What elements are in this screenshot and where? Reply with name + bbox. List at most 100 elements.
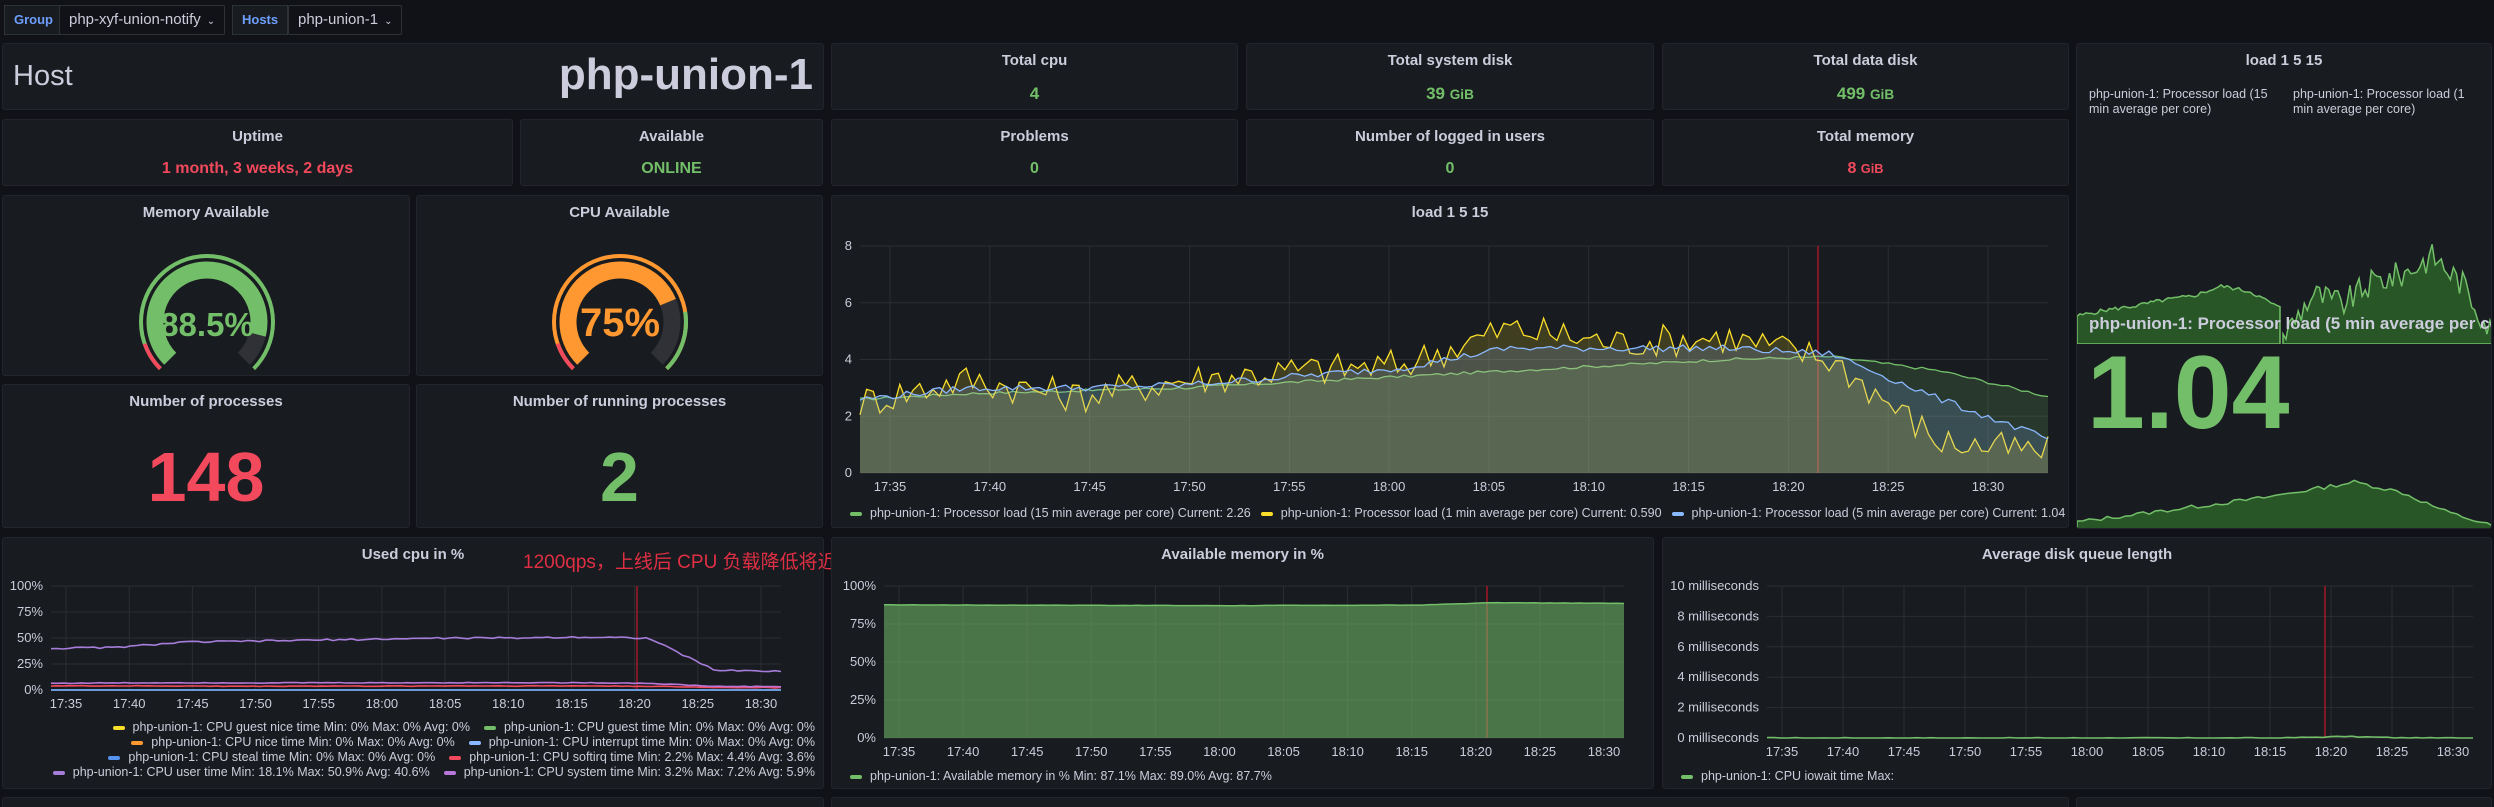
memory-available-gauge-panel: Memory Available 88.5% — [2, 195, 410, 376]
x-tick-label: 17:35 — [50, 696, 83, 711]
y-tick-label: 0% — [857, 730, 876, 745]
annotation-note: 1200qps，上线后 CPU 负载降低将近 2 倍 — [523, 552, 877, 573]
legend-item[interactable]: php-union-1: CPU guest nice time Min: 0%… — [112, 720, 470, 734]
x-tick-label: 18:05 — [1473, 479, 1506, 494]
disk-queue-chart: 0 milliseconds 2 milliseconds 4 millisecon… — [1670, 578, 2473, 759]
x-tick-label: 18:15 — [1672, 479, 1705, 494]
x-tick-label: 17:40 — [113, 696, 146, 711]
x-tick-label: 18:30 — [745, 696, 778, 711]
y-tick-label: 75% — [17, 604, 43, 619]
series-line — [50, 684, 782, 689]
stat-value: 499 GiB — [1836, 84, 1895, 103]
legend-item[interactable]: php-union-1: Processor load (5 min avera… — [1671, 506, 2065, 520]
panel-title: load 1 5 15 — [2245, 52, 2323, 69]
uptime-panel: Uptime 1 month, 3 weeks, 2 days — [2, 119, 513, 186]
stat-value: ONLINE — [641, 160, 702, 177]
legend-item[interactable]: php-union-1: CPU system time Min: 3.2% M… — [443, 765, 815, 779]
legend-row: php-union-1: CPU steal time Min: 0% Max:… — [94, 750, 815, 764]
legend-item[interactable]: php-union-1: CPU steal time Min: 0% Max:… — [108, 750, 435, 764]
problems-panel: Problems 0 — [831, 119, 1238, 186]
x-tick-label: 18:10 — [2193, 744, 2226, 759]
variables-bar: Group php-xyf-union-notify ⌄ Hosts php-un… — [0, 0, 2494, 38]
y-tick-label: 50% — [850, 654, 876, 669]
logged-users-panel: Number of logged in users 0 — [1246, 119, 1654, 186]
panel-title: Problems — [1000, 128, 1069, 145]
y-tick-label: 0 — [845, 465, 852, 480]
group-variable-value: php-xyf-union-notify — [69, 11, 201, 28]
legend-item[interactable]: php-union-1: Available memory in % Min: … — [850, 769, 1272, 783]
x-tick-label: 18:10 — [1572, 479, 1605, 494]
stat-value: 148 — [147, 438, 265, 516]
x-tick-label: 18:15 — [2254, 744, 2287, 759]
available-memory-panel: Available memory in % 0% 25% 50% 75% 100% 17:… — [831, 537, 1654, 789]
legend-item[interactable]: php-union-1: Processor load (15 min aver… — [850, 506, 1251, 520]
x-tick-label: 18:00 — [1373, 479, 1406, 494]
x-tick-label: 17:50 — [1949, 744, 1982, 759]
x-tick-label: 18:00 — [2071, 744, 2104, 759]
total-memory-panel: Total memory 8 GiB — [1662, 119, 2069, 186]
stat-value: 39 GiB — [1426, 84, 1474, 103]
legend-item[interactable]: php-union-1: Processor load (1 min avera… — [1260, 506, 1662, 520]
x-tick-label: 18:30 — [1972, 479, 2005, 494]
stat-value: 2 — [600, 438, 639, 516]
legend-item[interactable]: php-union-1: CPU nice time Min: 0% Max: … — [131, 735, 455, 749]
next-row-panel — [2, 797, 824, 807]
processes-panel: Number of processes 148 — [2, 384, 410, 528]
y-tick-label: 4 milliseconds — [1677, 669, 1759, 684]
host-name: php-union-1 — [558, 50, 813, 99]
panel-title: Total memory — [1816, 128, 1915, 145]
host-label: Host — [13, 60, 73, 92]
y-tick-label: 8 — [845, 238, 852, 253]
load-chart-panel: load 1 5 15 0 2 4 6 8 17:35 17:40 17:45 17:50 17:… — [831, 195, 2069, 528]
x-tick-label: 18:10 — [1331, 744, 1364, 759]
stat-value: 0 — [1445, 160, 1455, 177]
legend-item[interactable]: php-union-1: CPU guest time Min: 0% Max:… — [483, 720, 815, 734]
x-tick-label: 18:05 — [2132, 744, 2165, 759]
x-tick-label: 17:45 — [1073, 479, 1106, 494]
legend-item[interactable]: php-union-1: CPU iowait time Max: — [1681, 769, 1894, 783]
y-tick-label: 100% — [10, 578, 44, 593]
hosts-variable-value: php-union-1 — [298, 11, 379, 28]
sparkline-5 — [2077, 479, 2491, 528]
legend-row: php-union-1: CPU nice time Min: 0% Max: … — [117, 735, 815, 749]
x-tick-label: 17:40 — [1827, 744, 1860, 759]
x-tick-label: 18:25 — [682, 696, 715, 711]
legend-item[interactable]: php-union-1: CPU user time Min: 18.1% Ma… — [52, 765, 430, 779]
y-tick-label: 0% — [24, 682, 43, 697]
x-tick-label: 18:15 — [1395, 744, 1428, 759]
x-tick-label: 18:20 — [2315, 744, 2348, 759]
panel-title: Number of logged in users — [1354, 128, 1546, 145]
y-tick-label: 10 milliseconds — [1670, 578, 1759, 593]
x-tick-label: 17:45 — [1888, 744, 1921, 759]
memory-chart: 0% 25% 50% 75% 100% 17:35 17:40 17:45 17:50 17:55… — [843, 578, 1625, 759]
y-tick-label: 6 milliseconds — [1677, 639, 1759, 654]
legend-row: php-union-1: CPU guest nice time Min: 0%… — [99, 720, 815, 734]
x-tick-label: 18:05 — [429, 696, 462, 711]
processor-load-5-title: php-union-1: Processor load (5 min avera… — [2089, 314, 2492, 333]
disk-legend: php-union-1: CPU iowait time Max: — [1681, 769, 1894, 783]
cpu-available-gauge-panel: CPU Available 75% — [416, 195, 823, 376]
y-tick-label: 75% — [850, 616, 876, 631]
x-tick-label: 17:55 — [1139, 744, 1172, 759]
memory-gauge: 88.5% — [139, 254, 275, 371]
legend-row: php-union-1: CPU user time Min: 18.1% Ma… — [39, 765, 815, 779]
x-tick-label: 18:30 — [1588, 744, 1621, 759]
x-tick-label: 17:35 — [883, 744, 916, 759]
y-tick-label: 2 — [845, 408, 852, 423]
y-tick-label: 100% — [843, 578, 877, 593]
x-tick-label: 18:10 — [492, 696, 525, 711]
group-variable-select[interactable]: php-xyf-union-notify ⌄ — [59, 5, 226, 35]
legend-item[interactable]: php-union-1: CPU softirq time Min: 2.2% … — [449, 750, 815, 764]
sparkline-title-15: php-union-1: Processor load (15 min aver… — [2089, 87, 2268, 116]
y-tick-label: 4 — [845, 352, 852, 367]
hosts-variable-select[interactable]: php-union-1 ⌄ — [288, 5, 403, 35]
x-tick-label: 17:45 — [176, 696, 209, 711]
panel-title: CPU Available — [569, 204, 670, 221]
x-tick-label: 17:45 — [1011, 744, 1044, 759]
x-tick-label: 17:50 — [1075, 744, 1108, 759]
next-row-panel — [831, 797, 2069, 807]
available-panel: Available ONLINE — [520, 119, 823, 186]
x-tick-label: 17:55 — [1273, 479, 1306, 494]
y-tick-label: 2 milliseconds — [1677, 700, 1759, 715]
legend-item[interactable]: php-union-1: CPU interrupt time Min: 0% … — [468, 735, 815, 749]
